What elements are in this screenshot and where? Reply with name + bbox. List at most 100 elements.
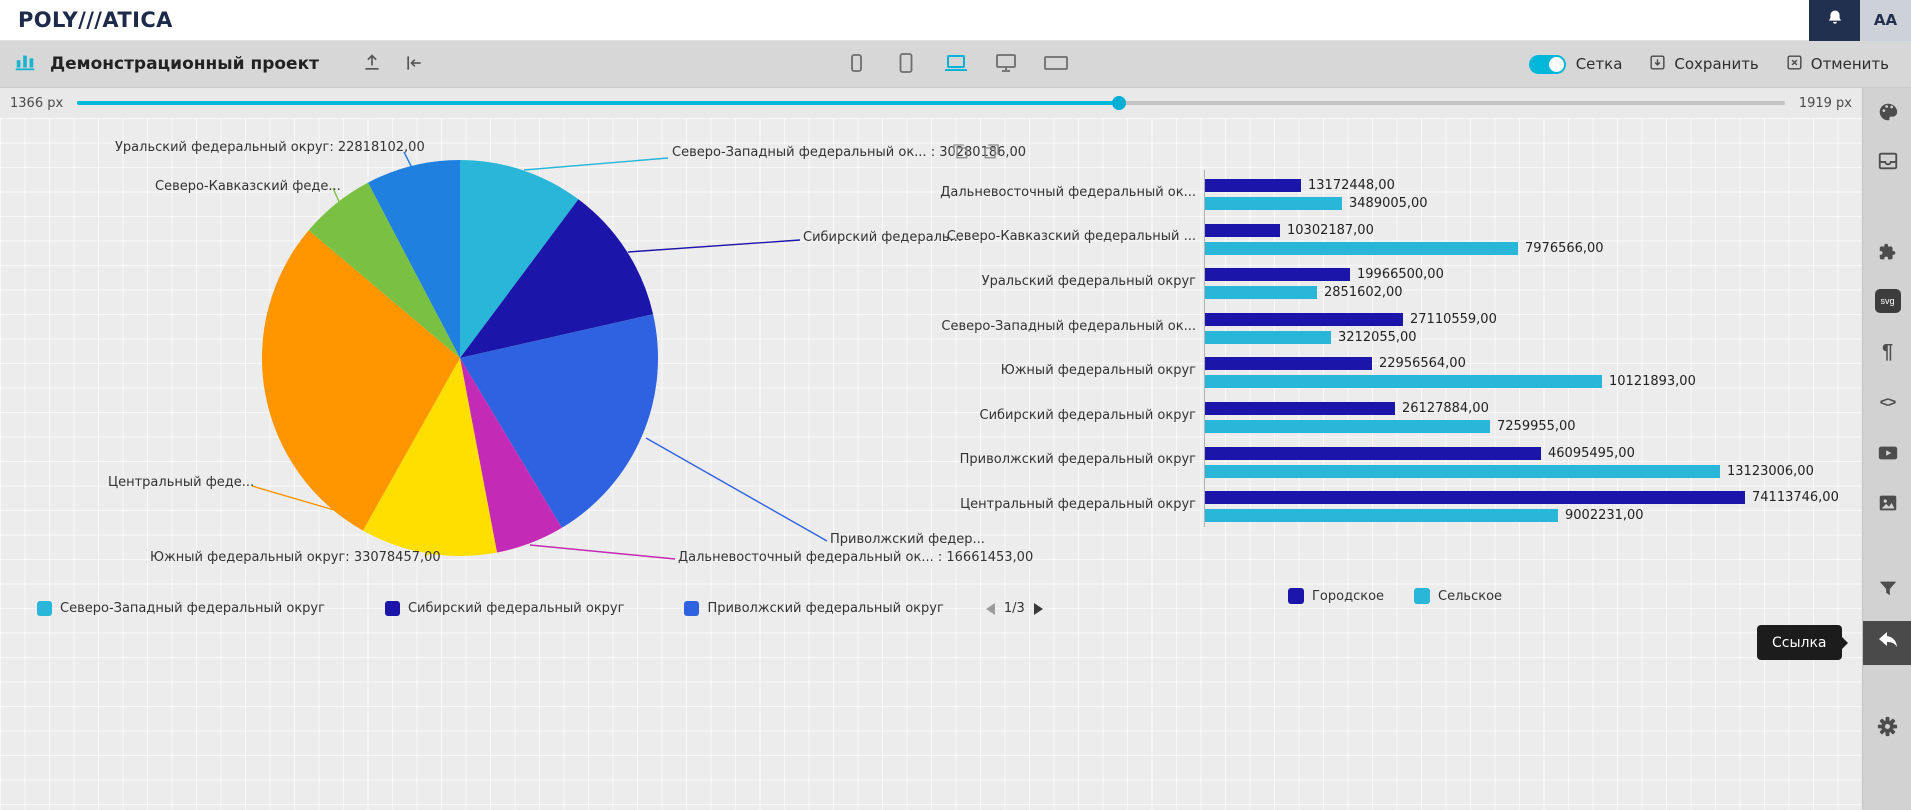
code-icon: <> [1880,395,1896,410]
cancel-button-label: Отменить [1811,55,1889,73]
bar-line: 74113746,00 [1205,491,1840,504]
sidebar-image-button[interactable] [1868,484,1907,524]
bar-plot-area: 13172448,003489005,00 [1204,170,1840,215]
legend-label: Северо-Западный федеральный округ [60,601,325,616]
sidebar-link-button[interactable] [1863,621,1911,665]
bar-value-label: 27110559,00 [1410,312,1497,327]
sidebar-text-button[interactable]: ¶ [1868,332,1907,372]
bar-Городское[interactable] [1205,268,1350,281]
bar-category-label: Северо-Западный федеральный ок... [940,304,1196,349]
svg-file-icon: svg [1875,289,1901,313]
pie-legend-item[interactable]: Приволжский федеральный округ [684,601,943,616]
sidebar-plugins-button[interactable] [1868,233,1907,273]
bar-Городское[interactable] [1205,357,1372,370]
widget-actions [950,142,1002,162]
fit-width-button[interactable] [399,49,429,79]
cancel-button[interactable]: Отменить [1785,53,1889,76]
pie-callout-line [646,438,827,541]
bar-legend-item[interactable]: Городское [1288,588,1384,604]
bar-line: 13172448,00 [1205,179,1840,192]
bar-line: 19966500,00 [1205,268,1840,281]
width-slider-row: 1366 px 1919 px [0,88,1862,118]
save-button-label: Сохранить [1674,55,1758,73]
sidebar-settings-button[interactable] [1868,708,1907,748]
avatar[interactable]: AA [1860,0,1911,41]
widescreen-icon [1043,51,1069,78]
legend-next-icon[interactable] [1034,603,1043,615]
bar-line: 7259955,00 [1205,420,1840,433]
bar-Сельское[interactable] [1205,197,1342,210]
sidebar-svg-button[interactable]: svg [1868,281,1907,321]
pie-chart [0,118,900,578]
sidebar-filter-button[interactable] [1868,570,1907,610]
device-widescreen-button[interactable] [1039,48,1073,80]
bar-row: Уральский федеральный округ19966500,0028… [940,259,1840,304]
legend-prev-icon[interactable] [986,603,995,615]
bar-plot-area: 19966500,00 2851602,00 [1204,259,1840,304]
laptop-icon [943,51,969,78]
device-laptop-button[interactable] [939,48,973,80]
pie-legend-item[interactable]: Сибирский федеральный округ [385,601,625,616]
bar-plot-area: 26127884,007259955,00 [1204,393,1840,438]
right-sidebar: svg ¶ <> [1862,88,1911,810]
width-slider[interactable] [77,96,1785,110]
bar-Городское[interactable] [1205,313,1403,326]
device-phone-large-button[interactable] [889,48,923,80]
pie-callout-uralsky: Уральский федеральный округ: 22818102,00 [115,140,425,155]
sidebar-widgets-button[interactable] [1868,142,1907,182]
bar-plot-area: 22956564,0010121893,00 [1204,348,1840,393]
pie-callout-severo-kavkazsky: Северо-Кавказский феде... [155,179,341,194]
bar-plot-area: 27110559,003212055,00 [1204,304,1840,349]
editor-area: 1366 px 1919 px Северо-Западный федераль… [0,88,1862,810]
bar-legend-item[interactable]: Сельское [1414,588,1502,604]
palette-icon [1877,101,1899,126]
dashboard-canvas[interactable]: Северо-Западный федеральный ок... : 3028… [0,118,1862,810]
grid-toggle[interactable]: Сетка [1529,55,1623,74]
bar-Городское[interactable] [1205,179,1301,192]
fit-width-icon [404,53,424,76]
toggle-switch[interactable] [1529,55,1566,74]
bar-line: 7976566,00 [1205,242,1840,255]
bar-Городское[interactable] [1205,224,1280,237]
notifications-button[interactable] [1809,0,1860,41]
bar-Сельское[interactable] [1205,331,1331,344]
sidebar-video-button[interactable] [1868,434,1907,474]
pie-callout-yuzhny: Южный федеральный округ: 33078457,00 [150,550,441,565]
bar-Сельское[interactable] [1205,509,1558,522]
bar-Городское[interactable] [1205,491,1745,504]
bar-row: Северо-Западный федеральный ок...2711055… [940,304,1840,349]
bring-to-front-icon [951,148,969,163]
bar-Городское[interactable] [1205,447,1541,460]
workspace: 1366 px 1919 px Северо-Западный федераль… [0,88,1911,810]
device-phone-small-button[interactable] [839,48,873,80]
save-button[interactable]: Сохранить [1648,53,1758,76]
bar-Сельское[interactable] [1205,420,1490,433]
bar-row: Северо-Кавказский федеральный ...1030218… [940,215,1840,260]
slider-handle[interactable] [1112,96,1126,110]
send-to-back-button[interactable] [982,142,1002,162]
device-size-switcher [839,48,1073,80]
upload-button[interactable] [357,49,387,79]
sidebar-palette-button[interactable] [1868,93,1907,133]
bar-value-label: 74113746,00 [1752,490,1839,505]
link-tooltip: Ссылка [1757,625,1842,660]
sidebar-code-button[interactable]: <> [1868,382,1907,422]
bar-category-label: Южный федеральный округ [940,348,1196,393]
bar-Сельское[interactable] [1205,375,1602,388]
bar-Сельское[interactable] [1205,465,1720,478]
slider-min-label: 1366 px [10,96,63,111]
bring-to-front-button[interactable] [950,142,970,162]
bar-Городское[interactable] [1205,402,1395,415]
bar-value-label: 13172448,00 [1308,178,1395,193]
bar-value-label: 2851602,00 [1324,285,1403,300]
gear-icon [1876,715,1899,741]
slider-fill [77,101,1119,105]
phone-small-icon [844,51,868,78]
bar-row: Дальневосточный федеральный ок...1317244… [940,170,1840,215]
bar-Сельское[interactable] [1205,286,1317,299]
bar-category-label: Приволжский федеральный округ [940,438,1196,483]
bar-Сельское[interactable] [1205,242,1518,255]
pie-legend-item[interactable]: Северо-Западный федеральный округ [37,601,325,616]
bell-icon [1825,8,1845,32]
device-desktop-button[interactable] [989,48,1023,80]
